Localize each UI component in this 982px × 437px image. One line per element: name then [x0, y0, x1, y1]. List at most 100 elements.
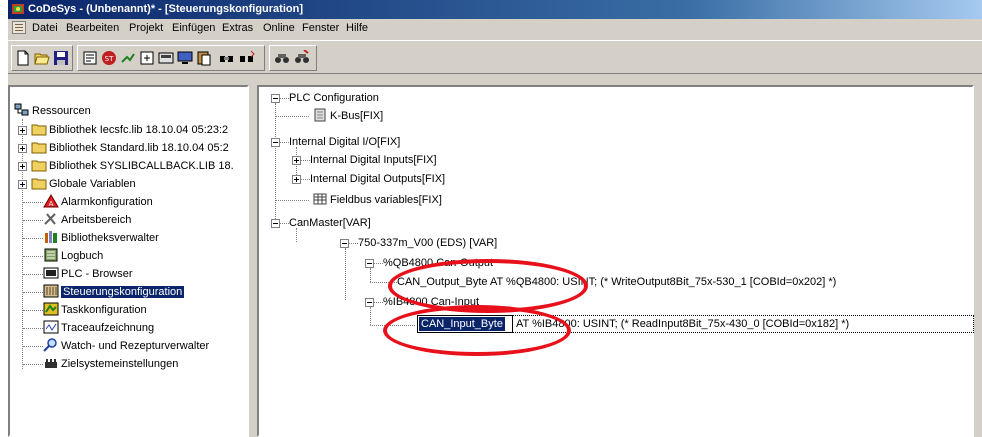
- expand-toggle[interactable]: [18, 180, 27, 189]
- tree-line: [280, 223, 289, 225]
- plc-configuration-node[interactable]: PLC Configuration: [289, 90, 379, 106]
- build-icon[interactable]: [81, 49, 98, 66]
- internal-outputs-node[interactable]: Internal Digital Outputs[FIX]: [310, 171, 445, 187]
- menu-fenster[interactable]: Fenster: [302, 19, 339, 37]
- collapse-toggle[interactable]: [340, 239, 349, 248]
- can-input-byte-edit-field[interactable]: CAN_Input_Byte: [417, 315, 513, 333]
- global-variables-item[interactable]: Globale Variablen: [31, 176, 136, 192]
- save-disk-icon[interactable]: [52, 49, 69, 66]
- can-output-byte-node[interactable]: CAN_Output_Byte AT %QB4800: USINT; (* Wr…: [397, 274, 836, 290]
- menu-projekt[interactable]: Projekt: [129, 19, 163, 37]
- build-toolbar-group: ST: [77, 45, 265, 71]
- input-group-node[interactable]: %IB4800 Can-Input: [383, 294, 479, 310]
- collapse-toggle[interactable]: [271, 138, 280, 147]
- logbook-item[interactable]: Logbuch: [43, 248, 103, 264]
- replace-binoculars-icon[interactable]: [293, 49, 310, 66]
- internal-io-node[interactable]: Internal Digital I/O[FIX]: [289, 134, 400, 150]
- tree-line: [296, 228, 298, 242]
- can-module-node[interactable]: 750-337m_V00 (EDS) [VAR]: [358, 235, 497, 251]
- expand-toggle[interactable]: [18, 126, 27, 135]
- collapse-toggle[interactable]: [365, 298, 374, 307]
- library-manager-item[interactable]: Bibliotheksverwalter: [43, 230, 159, 246]
- folder-icon: [31, 176, 47, 190]
- internal-io-label: Internal Digital I/O[FIX]: [289, 136, 401, 148]
- search-binoculars-icon[interactable]: [273, 49, 290, 66]
- kbus-node[interactable]: K-Bus[FIX]: [312, 108, 383, 124]
- variables-grid-icon: [312, 192, 328, 206]
- magnifier-icon: [43, 338, 59, 352]
- expand-toggle[interactable]: [18, 144, 27, 153]
- alarm-config-item[interactable]: A Alarmkonfiguration: [43, 194, 153, 210]
- tree-line: [23, 292, 43, 294]
- task-config-label: Taskkonfiguration: [61, 304, 147, 316]
- find-icon[interactable]: [218, 49, 235, 66]
- internal-inputs-node[interactable]: Internal Digital Inputs[FIX]: [310, 152, 437, 168]
- collapse-toggle[interactable]: [365, 259, 374, 268]
- menu-extras[interactable]: Extras: [222, 19, 253, 37]
- collapse-toggle[interactable]: [271, 94, 280, 103]
- resources-icon: [14, 103, 30, 117]
- tree-line: [23, 220, 43, 222]
- can-input-byte-label: AT %IB4800: USINT; (* ReadInput8Bit_75x-…: [516, 318, 850, 330]
- task-config-icon: [43, 302, 59, 316]
- tree-line: [23, 202, 43, 204]
- tree-line: [370, 325, 415, 327]
- library-standard-label: Bibliothek Standard.lib 18.10.04 05:2: [49, 142, 229, 154]
- workspace-label: Arbeitsbereich: [61, 214, 132, 226]
- plc-browser-item[interactable]: PLC - Browser: [43, 266, 133, 282]
- folder-icon: [31, 158, 47, 172]
- menu-online[interactable]: Online: [263, 19, 295, 37]
- can-input-byte-node[interactable]: AT %IB4800: USINT; (* ReadInput8Bit_75x-…: [512, 315, 974, 333]
- controller-config-item[interactable]: Steuerungskonfiguration: [43, 284, 185, 300]
- books-icon: [43, 230, 59, 244]
- svg-text:ST: ST: [104, 55, 113, 63]
- configuration-panel[interactable]: PLC Configuration K-Bus[FIX] Internal Di…: [257, 85, 974, 437]
- menu-datei[interactable]: Datei: [32, 19, 58, 37]
- library-syslibcallback-item[interactable]: Bibliothek SYSLIBCALLBACK.LIB 18.: [31, 158, 234, 174]
- tree-line: [370, 307, 372, 325]
- expand-toggle[interactable]: [292, 175, 301, 184]
- canmaster-label: CanMaster[VAR]: [289, 217, 371, 229]
- workspace-item[interactable]: Arbeitsbereich: [43, 212, 131, 228]
- resources-root-label: Ressourcen: [32, 105, 91, 117]
- expand-toggle[interactable]: [292, 156, 301, 165]
- menu-einfuegen[interactable]: Einfügen: [172, 19, 215, 37]
- tree-line: [276, 200, 309, 202]
- paste-icon[interactable]: [195, 49, 212, 66]
- menu-bar: Datei Bearbeiten Projekt Einfügen Extras…: [8, 19, 982, 37]
- task-config-item[interactable]: Taskkonfiguration: [43, 302, 147, 318]
- plc-browser-icon: [43, 266, 59, 280]
- collapse-toggle[interactable]: [271, 219, 280, 228]
- watch-recipe-manager-item[interactable]: Watch- und Rezepturverwalter: [43, 338, 209, 354]
- new-file-icon[interactable]: [14, 49, 31, 66]
- run-icon[interactable]: [157, 49, 174, 66]
- replace-icon[interactable]: [238, 49, 255, 66]
- library-iecsfc-item[interactable]: Bibliothek Iecsfc.lib 18.10.04 05:23:2: [31, 122, 228, 138]
- codesys-app-icon: [11, 2, 25, 16]
- tree-line: [374, 302, 383, 304]
- tree-line: [374, 263, 383, 265]
- canmaster-node[interactable]: CanMaster[VAR]: [289, 215, 371, 231]
- document-menu-icon[interactable]: [12, 21, 26, 34]
- menu-hilfe[interactable]: Hilfe: [346, 19, 368, 37]
- title-bar[interactable]: CoDeSys - (Unbenannt)* - [Steuerungskonf…: [8, 0, 982, 19]
- login-icon[interactable]: [119, 49, 136, 66]
- toolbar: ST: [8, 40, 982, 74]
- open-folder-icon[interactable]: [33, 49, 50, 66]
- output-group-node[interactable]: %QB4800 Can-Output: [383, 255, 493, 271]
- trace-recording-item[interactable]: Traceaufzeichnung: [43, 320, 154, 336]
- stop-icon[interactable]: ST: [100, 49, 117, 66]
- monitor-icon[interactable]: [176, 49, 193, 66]
- fieldbus-variables-node[interactable]: Fieldbus variables[FIX]: [312, 192, 442, 208]
- folder-icon: [31, 122, 47, 136]
- output-group-label: %QB4800 Can-Output: [383, 257, 494, 269]
- target-settings-item[interactable]: Zielsystemeinstellungen: [43, 356, 178, 372]
- logout-icon[interactable]: [138, 49, 155, 66]
- tools-icon: [43, 212, 59, 226]
- resources-panel[interactable]: Ressourcen Bibliothek Iecsfc.lib 18.10.0…: [8, 85, 249, 437]
- expand-toggle[interactable]: [18, 162, 27, 171]
- library-standard-item[interactable]: Bibliothek Standard.lib 18.10.04 05:2: [31, 140, 229, 156]
- menu-bearbeiten[interactable]: Bearbeiten: [66, 19, 119, 37]
- resources-root[interactable]: Ressourcen: [14, 103, 91, 119]
- tree-line: [22, 119, 24, 369]
